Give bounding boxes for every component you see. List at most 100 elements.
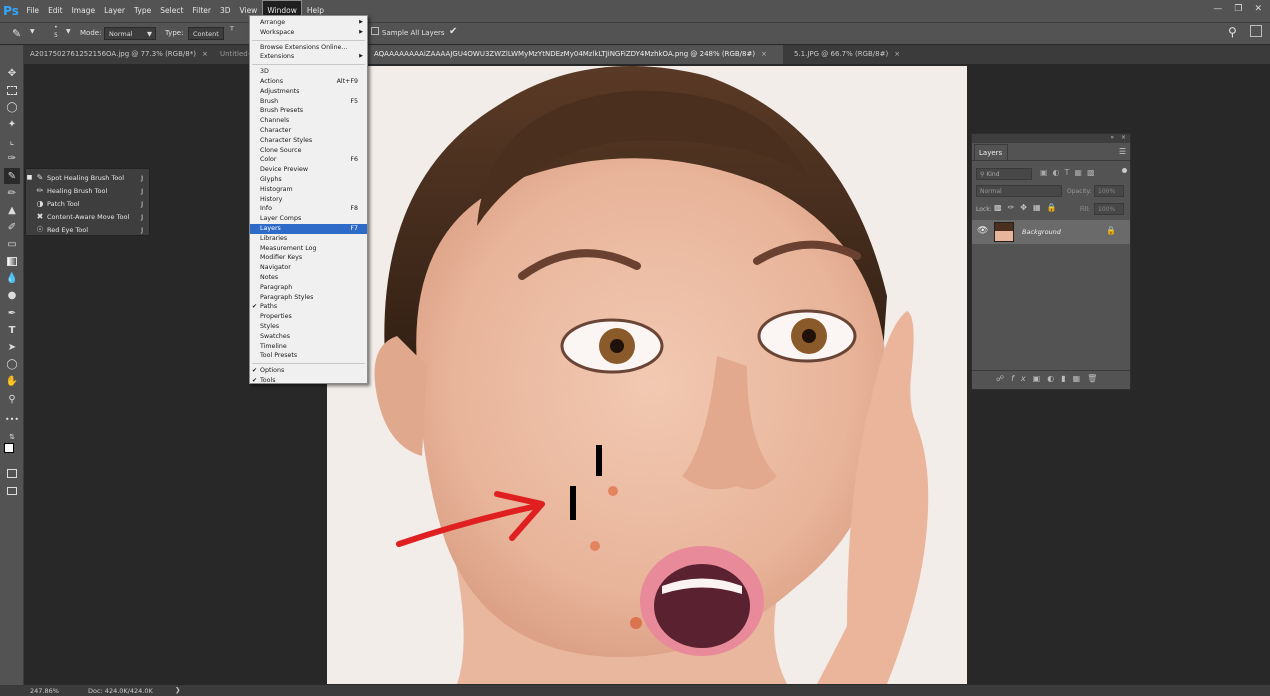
- sample-all-layers-checkbox[interactable]: [371, 27, 379, 35]
- magic-wand-tool-icon[interactable]: ✦: [4, 116, 20, 132]
- zoom-level[interactable]: 247.86%: [30, 687, 59, 695]
- lasso-tool-icon[interactable]: ◯: [4, 99, 20, 115]
- type-tool-icon[interactable]: T: [4, 322, 20, 338]
- chevron-right-icon[interactable]: ❯: [175, 686, 180, 694]
- crop-tool-icon[interactable]: ⌞: [4, 133, 20, 149]
- window-menu-item-tools[interactable]: ✔ Tools: [250, 376, 367, 386]
- brush-tool-icon[interactable]: ✏: [4, 185, 20, 201]
- tab-layers[interactable]: Layers: [974, 144, 1008, 160]
- window-menu-item-actions[interactable]: Actions Alt+F9: [250, 77, 367, 87]
- blur-tool-icon[interactable]: 💧: [4, 270, 20, 286]
- filter-toggle-icon[interactable]: [1122, 168, 1127, 173]
- filter-icons[interactable]: ▣◐T▦▩: [1040, 168, 1100, 177]
- window-menu-item-swatches[interactable]: Swatches: [250, 332, 367, 342]
- window-menu-item-layers[interactable]: Layers F7: [250, 224, 367, 234]
- ellipse-tool-icon[interactable]: ◯: [4, 356, 20, 372]
- window-menu-item-libraries[interactable]: Libraries: [250, 234, 367, 244]
- window-menu-item-browse-extensions-online[interactable]: Browse Extensions Online...: [250, 43, 367, 53]
- close-icon[interactable]: ×: [894, 50, 900, 58]
- more-tools-icon[interactable]: •••: [4, 411, 20, 427]
- preset-dropdown-icon[interactable]: ▼: [30, 28, 35, 35]
- close-icon[interactable]: ×: [202, 50, 208, 58]
- window-menu-item-tool-presets[interactable]: Tool Presets: [250, 351, 367, 361]
- close-icon[interactable]: ×: [1121, 134, 1126, 141]
- gradient-tool-icon[interactable]: [4, 253, 20, 269]
- window-menu-item-device-preview[interactable]: Device Preview: [250, 165, 367, 175]
- screen-mode-icon[interactable]: [4, 483, 20, 499]
- menu-layer[interactable]: Layer: [100, 0, 130, 22]
- panel-menu-icon[interactable]: ☰: [1119, 147, 1126, 156]
- eye-visibility-icon[interactable]: 👁: [977, 226, 988, 236]
- menu-edit[interactable]: Edit: [44, 0, 68, 22]
- spot-healing-tool-icon[interactable]: ✎: [4, 168, 20, 184]
- fill-field[interactable]: 100%: [1094, 203, 1124, 215]
- flyout-item-content-aware-move[interactable]: ✖ Content-Aware Move Tool J: [26, 210, 149, 223]
- menu-file[interactable]: File: [22, 0, 44, 22]
- history-brush-tool-icon[interactable]: ✐: [4, 219, 20, 235]
- type-select[interactable]: Content: [188, 27, 224, 40]
- menu-filter[interactable]: Filter: [188, 0, 216, 22]
- window-menu-item-paragraph[interactable]: Paragraph: [250, 283, 367, 293]
- menu-select[interactable]: Select: [156, 0, 188, 22]
- window-menu-item-3d[interactable]: 3D: [250, 67, 367, 77]
- window-menu-item-character[interactable]: Character: [250, 126, 367, 136]
- opacity-field[interactable]: 100%: [1094, 185, 1124, 197]
- spot-healing-preset-icon[interactable]: ✎: [12, 27, 21, 40]
- pressure-icon[interactable]: ✔: [449, 26, 457, 37]
- window-menu-item-history[interactable]: History: [250, 195, 367, 205]
- window-menu-item-histogram[interactable]: Histogram: [250, 185, 367, 195]
- window-menu-item-brush-presets[interactable]: Brush Presets: [250, 106, 367, 116]
- window-menu-item-character-styles[interactable]: Character Styles: [250, 136, 367, 146]
- window-menu-item-arrange[interactable]: Arrange ▶: [250, 18, 367, 28]
- zoom-tool-icon[interactable]: ⚲: [4, 391, 20, 407]
- clone-stamp-tool-icon[interactable]: ▲: [4, 202, 20, 218]
- window-menu-item-paragraph-styles[interactable]: Paragraph Styles: [250, 293, 367, 303]
- window-menu-item-properties[interactable]: Properties: [250, 312, 367, 322]
- window-menu-item-paths[interactable]: ✔ Paths: [250, 302, 367, 312]
- filter-kind-select[interactable]: ⚲ Kind: [976, 168, 1032, 180]
- window-menu-item-adjustments[interactable]: Adjustments: [250, 87, 367, 97]
- menu-3d[interactable]: 3D: [215, 0, 235, 22]
- mode-select[interactable]: Normal ▼: [104, 27, 156, 40]
- flyout-item-red-eye[interactable]: ☉ Red Eye Tool J: [26, 223, 149, 236]
- window-menu-item-options[interactable]: ✔ Options: [250, 366, 367, 376]
- tab-document-4[interactable]: 5.1.JPG @ 66.7% (RGB/8#) ×: [788, 45, 918, 64]
- window-menu-item-measurement-log[interactable]: Measurement Log: [250, 244, 367, 254]
- flyout-item-healing-brush[interactable]: ✏ Healing Brush Tool J: [26, 184, 149, 197]
- foreground-color-swatch[interactable]: [4, 443, 14, 453]
- workspace-icon[interactable]: [1250, 25, 1262, 37]
- quick-mask-icon[interactable]: [4, 465, 20, 481]
- collapse-icon[interactable]: »: [1110, 134, 1114, 141]
- menu-type[interactable]: Type: [130, 0, 156, 22]
- window-menu-item-brush[interactable]: Brush F5: [250, 97, 367, 107]
- brush-size-picker[interactable]: • 5: [54, 24, 58, 40]
- blend-mode-select[interactable]: Normal: [976, 185, 1062, 197]
- layer-row-background[interactable]: 👁 Background 🔒: [972, 220, 1130, 244]
- close-icon[interactable]: ✕: [1254, 4, 1262, 14]
- window-menu-item-modifier-keys[interactable]: Modifier Keys: [250, 253, 367, 263]
- restore-icon[interactable]: ❐: [1234, 4, 1242, 14]
- brush-size-dropdown-icon[interactable]: ▼: [66, 28, 71, 35]
- window-menu-item-extensions[interactable]: Extensions ▶: [250, 52, 367, 62]
- window-menu-item-channels[interactable]: Channels: [250, 116, 367, 126]
- dodge-tool-icon[interactable]: ●: [4, 287, 20, 303]
- marquee-tool-icon[interactable]: [4, 82, 20, 98]
- path-selection-tool-icon[interactable]: ➤: [4, 339, 20, 355]
- window-menu-item-glyphs[interactable]: Glyphs: [250, 175, 367, 185]
- tab-document-1[interactable]: A2017502761252156OA.jpg @ 77.3% (RGB/8*)…: [24, 45, 214, 64]
- window-menu-item-color[interactable]: Color F6: [250, 155, 367, 165]
- hand-tool-icon[interactable]: ✋: [4, 373, 20, 389]
- tab-document-2[interactable]: Untitled-1: [214, 45, 249, 64]
- close-icon[interactable]: ×: [761, 50, 767, 58]
- lock-icons[interactable]: ▩✑✥▦🔒: [994, 203, 1062, 212]
- window-menu-item-navigator[interactable]: Navigator: [250, 263, 367, 273]
- flyout-item-patch[interactable]: ◑ Patch Tool J: [26, 197, 149, 210]
- window-menu-item-notes[interactable]: Notes: [250, 273, 367, 283]
- window-menu-item-styles[interactable]: Styles: [250, 322, 367, 332]
- eraser-tool-icon[interactable]: ▭: [4, 236, 20, 252]
- pen-tool-icon[interactable]: ✒: [4, 305, 20, 321]
- tab-document-active[interactable]: AQAAAAAAAAiZAAAAJGU4OWU3ZWZlLWMyMzYtNDEz…: [368, 45, 783, 64]
- eyedropper-tool-icon[interactable]: ✑: [4, 150, 20, 166]
- menu-image[interactable]: Image: [67, 0, 100, 22]
- window-menu-item-timeline[interactable]: Timeline: [250, 342, 367, 352]
